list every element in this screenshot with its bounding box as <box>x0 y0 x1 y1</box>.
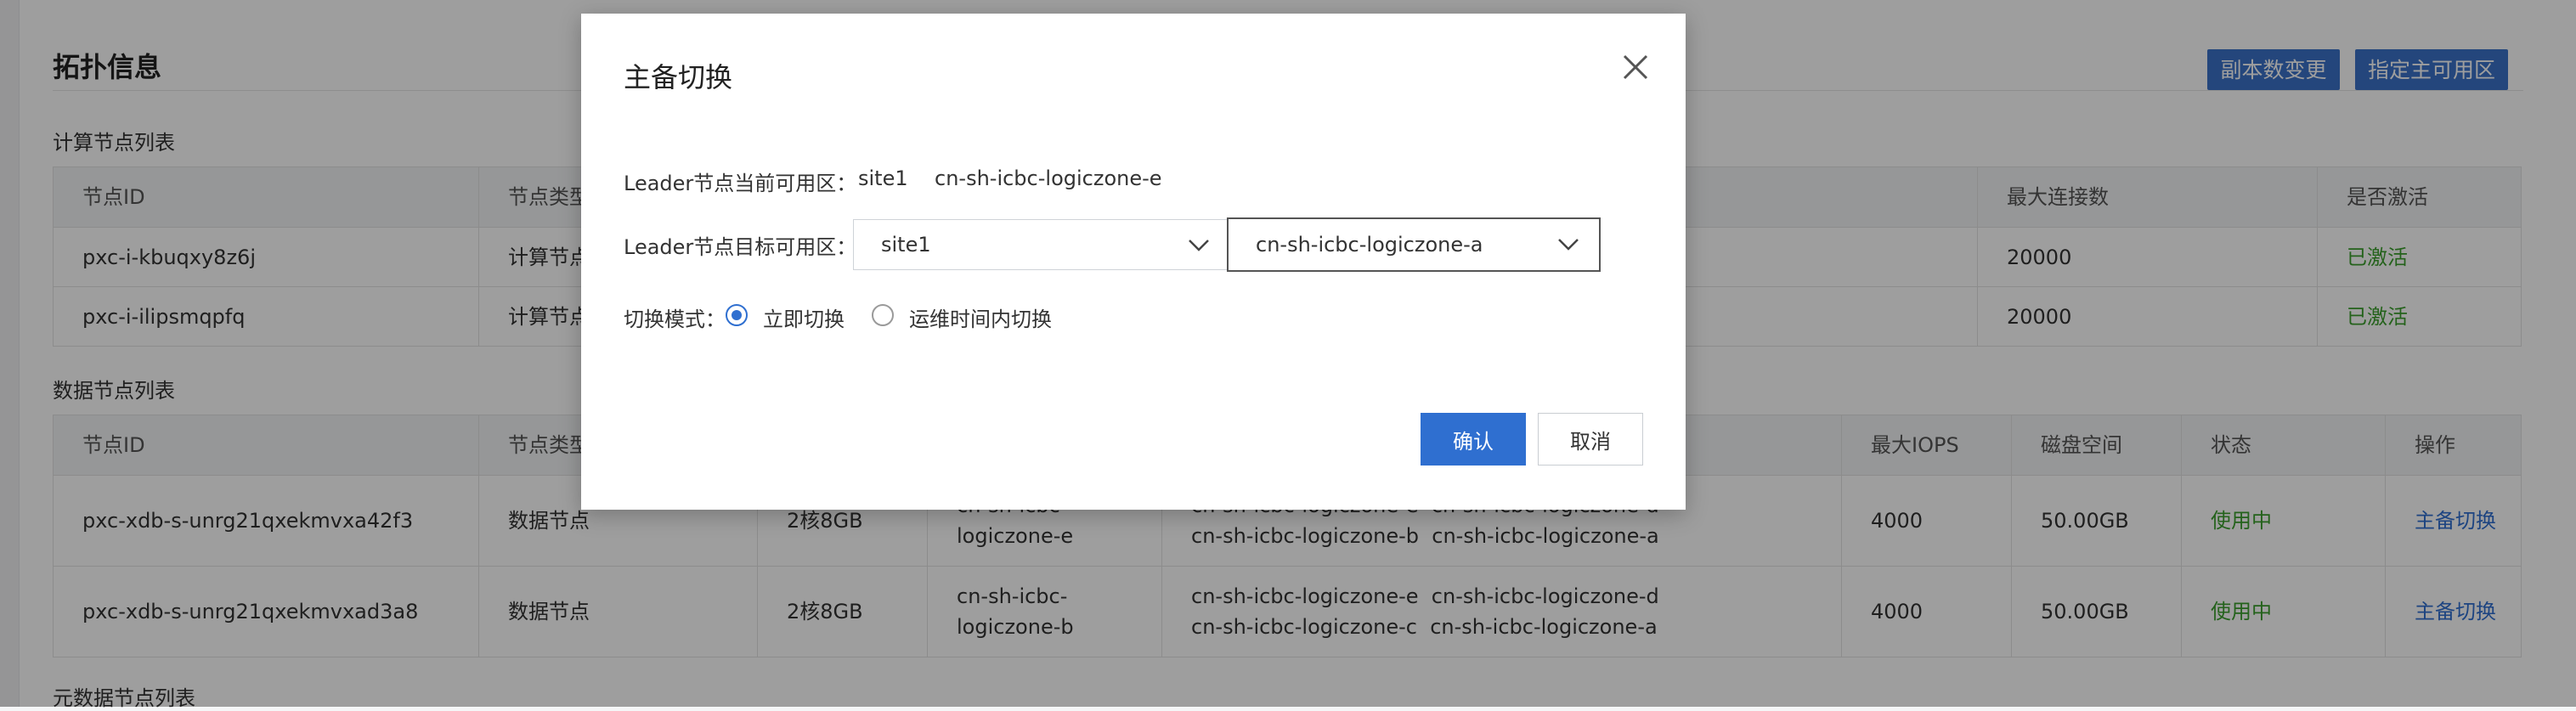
target-zone-label: Leader节点目标可用区： <box>624 235 857 259</box>
mode-label: 切换模式： <box>624 308 726 331</box>
current-zone: cn-sh-icbc-logiczone-e <box>935 166 1162 190</box>
mode-maintenance-label[interactable]: 运维时间内切换 <box>909 302 1052 332</box>
chevron-down-icon <box>1558 239 1579 251</box>
target-site-select[interactable]: site1 <box>853 219 1230 270</box>
target-zone-select[interactable]: cn-sh-icbc-logiczone-a <box>1227 217 1601 272</box>
target-zone-value: cn-sh-icbc-logiczone-a <box>1256 233 1483 257</box>
cancel-button[interactable]: 取消 <box>1538 413 1643 466</box>
current-site: site1 <box>858 166 908 190</box>
close-icon[interactable] <box>1614 46 1657 88</box>
mode-immediate-radio[interactable] <box>726 304 748 326</box>
switchover-dialog: 主备切换 Leader节点当前可用区： site1 cn-sh-icbc-log… <box>581 14 1686 510</box>
target-site-value: site1 <box>881 233 931 257</box>
chevron-down-icon <box>1189 240 1209 251</box>
current-zone-label: Leader节点当前可用区： <box>624 172 857 195</box>
confirm-button[interactable]: 确认 <box>1421 413 1526 466</box>
mode-maintenance-radio[interactable] <box>872 304 894 326</box>
dialog-title: 主备切换 <box>624 61 733 93</box>
mode-immediate-label[interactable]: 立即切换 <box>763 302 845 332</box>
